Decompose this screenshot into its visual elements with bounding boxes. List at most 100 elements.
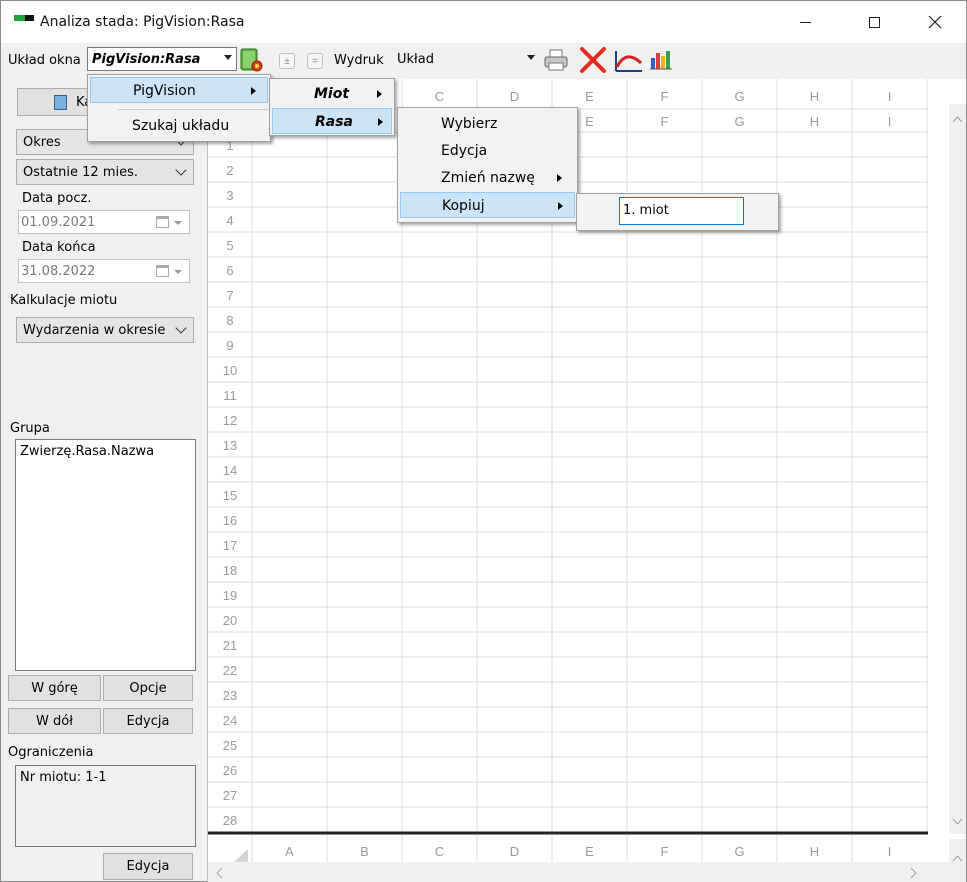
row-header: 24 bbox=[223, 713, 237, 728]
list-item[interactable]: Zwierzę.Rasa.Nazwa bbox=[20, 444, 154, 459]
layout-settings-icon[interactable] bbox=[239, 46, 265, 72]
column-header: H bbox=[810, 89, 819, 104]
layout-select-value: PigVision:Rasa bbox=[92, 52, 201, 67]
row-header: 18 bbox=[223, 563, 237, 578]
row-header: 23 bbox=[223, 688, 237, 703]
chevron-down-icon bbox=[175, 322, 187, 334]
menu-item-rename[interactable]: Zmień nazwę bbox=[400, 165, 575, 191]
dropdown-arrow-icon bbox=[174, 270, 182, 274]
row-header: 8 bbox=[226, 313, 233, 328]
corner-resize-icon bbox=[234, 849, 248, 862]
menu-item-label: Miot bbox=[314, 86, 350, 102]
calendar-icon bbox=[156, 265, 169, 277]
row-header: 2 bbox=[226, 163, 233, 178]
row-header: 4 bbox=[226, 213, 233, 228]
litter-calc-label: Kalkulacje miotu bbox=[10, 293, 118, 308]
scroll-up-icon bbox=[952, 855, 963, 862]
row-header: 14 bbox=[223, 463, 237, 478]
period-select[interactable]: Ostatnie 12 mies. bbox=[16, 159, 194, 185]
column-header: G bbox=[734, 844, 744, 859]
minimize-icon bbox=[799, 21, 811, 23]
restrictions-list[interactable]: Nr miotu: 1-1 bbox=[15, 765, 196, 847]
litter-calc-select[interactable]: Wydarzenia w okresie bbox=[16, 317, 194, 343]
menu-item-label: Wybierz bbox=[441, 116, 498, 132]
minimize-button[interactable] bbox=[782, 1, 828, 43]
row-header: 27 bbox=[223, 788, 237, 803]
move-up-button[interactable]: W górę bbox=[8, 675, 101, 701]
edit-group-button[interactable]: Edycja bbox=[103, 708, 193, 734]
row-header: 19 bbox=[223, 588, 237, 603]
add-icon[interactable]: ± bbox=[279, 53, 295, 69]
row-header: 9 bbox=[226, 338, 233, 353]
period-type-value: Okres bbox=[23, 135, 61, 150]
submenu-arrow-icon bbox=[377, 90, 382, 98]
rasa-submenu: Wybierz Edycja Zmień nazwę Kopiuj bbox=[397, 107, 578, 223]
copy-submenu: 1. miot bbox=[576, 193, 779, 231]
chevron-down-icon bbox=[175, 164, 187, 176]
close-button[interactable] bbox=[912, 1, 958, 43]
column-header: E bbox=[585, 114, 594, 129]
row-header: 28 bbox=[223, 813, 237, 828]
column-header: I bbox=[888, 89, 892, 104]
chart-curve-icon[interactable] bbox=[614, 47, 643, 73]
row-header: 15 bbox=[223, 488, 237, 503]
vertical-scrollbar[interactable] bbox=[949, 104, 966, 834]
menu-item-label: Rasa bbox=[315, 114, 354, 130]
menu-item-copy[interactable]: Kopiuj bbox=[400, 192, 575, 218]
column-header: H bbox=[810, 844, 819, 859]
layout-label: Układ okna bbox=[8, 53, 81, 68]
column-header: A bbox=[285, 844, 294, 859]
menu-item-label: Zmień nazwę bbox=[441, 170, 535, 186]
end-date-label: Data końca bbox=[22, 240, 96, 255]
column-header: E bbox=[585, 89, 594, 104]
column-header: B bbox=[360, 844, 369, 859]
column-header: D bbox=[510, 89, 519, 104]
menu-item-select[interactable]: Wybierz bbox=[400, 111, 575, 137]
edit-restrictions-button[interactable]: Edycja bbox=[103, 853, 193, 880]
menu-item-label: Edycja bbox=[441, 143, 488, 159]
menu-item-pigvision[interactable]: PigVision bbox=[90, 77, 268, 103]
copy-name-value: 1. miot bbox=[623, 203, 669, 218]
copy-name-input[interactable]: 1. miot bbox=[619, 197, 744, 225]
maximize-button[interactable] bbox=[851, 1, 897, 43]
menu-item-rasa[interactable]: Rasa bbox=[272, 108, 392, 134]
column-header: F bbox=[661, 114, 669, 129]
submenu-arrow-icon bbox=[251, 87, 256, 95]
column-header: C bbox=[435, 844, 444, 859]
delete-icon[interactable] bbox=[579, 46, 606, 73]
column-header: G bbox=[734, 89, 744, 104]
row-header: 21 bbox=[223, 638, 237, 653]
vertical-scrollbar-lower[interactable] bbox=[949, 839, 966, 882]
end-date-picker[interactable]: 31.08.2022 bbox=[18, 259, 190, 283]
close-icon bbox=[928, 15, 942, 29]
printer-icon[interactable] bbox=[543, 48, 569, 74]
menu-separator bbox=[118, 109, 268, 110]
row-header: 26 bbox=[223, 763, 237, 778]
row-header: 10 bbox=[223, 363, 237, 378]
calendar-icon bbox=[156, 216, 169, 228]
pigvision-submenu: Miot Rasa bbox=[269, 78, 395, 136]
toolbar: Układ okna PigVision:Rasa ± = Wydruk Ukł… bbox=[1, 44, 966, 78]
move-down-button[interactable]: W dół bbox=[8, 708, 101, 734]
menu-item-search-layout[interactable]: Szukaj układu bbox=[90, 113, 268, 139]
row-header: 22 bbox=[223, 663, 237, 678]
print-layout-select[interactable]: Układ bbox=[393, 48, 539, 72]
column-header: I bbox=[888, 844, 892, 859]
menu-item-miot[interactable]: Miot bbox=[272, 81, 392, 107]
column-header: E bbox=[585, 844, 594, 859]
remove-icon[interactable]: = bbox=[307, 53, 323, 69]
period-value: Ostatnie 12 mies. bbox=[23, 165, 139, 180]
options-button[interactable]: Opcje bbox=[103, 675, 193, 701]
row-header: 13 bbox=[223, 438, 237, 453]
row-header: 17 bbox=[223, 538, 237, 553]
menu-item-label: PigVision bbox=[133, 83, 196, 99]
start-date-picker[interactable]: 01.09.2021 bbox=[18, 210, 190, 234]
list-item[interactable]: Nr miotu: 1-1 bbox=[20, 770, 107, 785]
row-header: 7 bbox=[226, 288, 233, 303]
dropdown-arrow-icon bbox=[224, 55, 232, 60]
bar-chart-icon[interactable] bbox=[649, 49, 675, 75]
column-header: H bbox=[810, 114, 819, 129]
group-list[interactable]: Zwierzę.Rasa.Nazwa bbox=[15, 439, 196, 671]
menu-item-edit[interactable]: Edycja bbox=[400, 138, 575, 164]
layout-select[interactable]: PigVision:Rasa bbox=[87, 47, 237, 71]
